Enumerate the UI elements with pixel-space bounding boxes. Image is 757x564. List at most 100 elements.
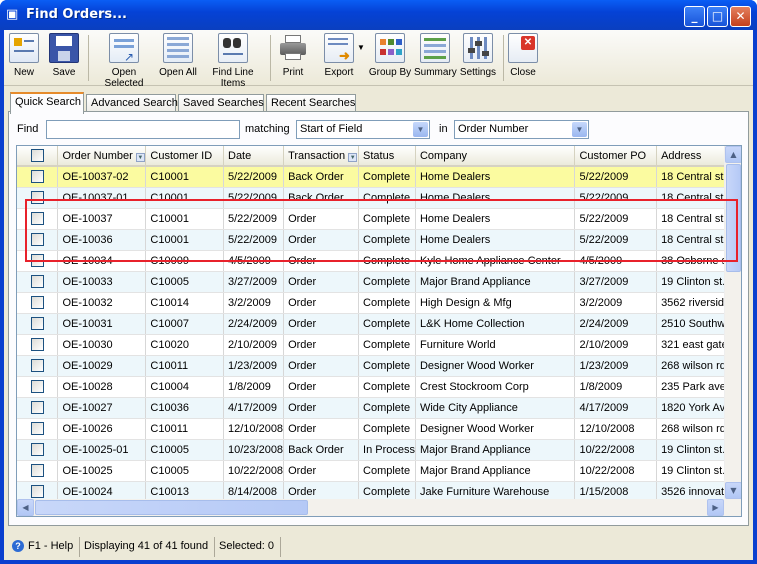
cell-company[interactable]: Designer Wood Worker	[415, 355, 576, 377]
save-button[interactable]: Save	[48, 33, 80, 78]
cell-status[interactable]: Complete	[358, 250, 416, 272]
cell-customer-po[interactable]: 12/10/2008	[574, 418, 658, 440]
cell-transaction[interactable]: Order	[283, 313, 360, 335]
cell-date[interactable]: 1/23/2009	[223, 355, 285, 377]
row-checkbox-cell[interactable]	[17, 271, 59, 293]
cell-date[interactable]: 3/27/2009	[223, 271, 285, 293]
cell-status[interactable]: Complete	[358, 271, 416, 293]
cell-company[interactable]: Home Dealers	[415, 166, 576, 188]
row-checkbox-cell[interactable]	[17, 292, 59, 314]
cell-company[interactable]: Kyle Home Appliance Center	[415, 250, 576, 272]
cell-company[interactable]: Designer Wood Worker	[415, 418, 576, 440]
row-checkbox[interactable]	[30, 401, 44, 414]
cell-customer-po[interactable]: 1/8/2009	[574, 376, 658, 398]
select-all-checkbox[interactable]	[30, 149, 44, 162]
table-row[interactable]: OE-10037-01 C10001 5/22/2009 Back Order Comp…	[17, 187, 741, 209]
scroll-up-button[interactable]: ▲	[725, 146, 741, 163]
cell-customer-id[interactable]: C10005	[145, 460, 224, 482]
print-button[interactable]: Print	[275, 33, 311, 78]
table-row[interactable]: OE-10033 C10005 3/27/2009 Order Complete Majo…	[17, 271, 741, 293]
cell-order-number[interactable]: OE-10037	[57, 208, 147, 230]
column-header-status[interactable]: Status	[358, 146, 416, 167]
row-checkbox-cell[interactable]	[17, 376, 59, 398]
close-window-button[interactable]: ✕	[730, 6, 751, 27]
cell-customer-id[interactable]: C10005	[145, 439, 224, 461]
cell-customer-po[interactable]: 4/17/2009	[574, 397, 658, 419]
row-checkbox[interactable]	[30, 338, 44, 351]
row-checkbox[interactable]	[30, 422, 44, 435]
cell-status[interactable]: Complete	[358, 334, 416, 356]
table-row[interactable]: OE-10028 C10004 1/8/2009 Order Complete Crest…	[17, 376, 741, 398]
cell-order-number[interactable]: OE-10033	[57, 271, 147, 293]
cell-transaction[interactable]: Order	[283, 418, 360, 440]
row-checkbox-cell[interactable]	[17, 355, 59, 377]
cell-status[interactable]: Complete	[358, 418, 416, 440]
cell-company[interactable]: Crest Stockroom Corp	[415, 376, 576, 398]
cell-customer-id[interactable]: C10009	[145, 250, 224, 272]
cell-order-number[interactable]: OE-10037-01	[57, 187, 147, 209]
row-checkbox[interactable]	[30, 191, 44, 204]
cell-order-number[interactable]: OE-10025	[57, 460, 147, 482]
table-row[interactable]: OE-10025-01 C10005 10/23/2008 Back Order In …	[17, 439, 741, 461]
row-checkbox[interactable]	[30, 359, 44, 372]
column-header-date[interactable]: Date	[223, 146, 285, 167]
row-checkbox-cell[interactable]	[17, 250, 59, 272]
cell-customer-id[interactable]: C10001	[145, 166, 224, 188]
cell-date[interactable]: 4/5/2009	[223, 250, 285, 272]
row-checkbox-cell[interactable]	[17, 187, 59, 209]
cell-status[interactable]: Complete	[358, 166, 416, 188]
filter-icon[interactable]: ▼	[135, 152, 145, 162]
row-checkbox-cell[interactable]	[17, 397, 59, 419]
table-row[interactable]: OE-10027 C10036 4/17/2009 Order Complete Wide…	[17, 397, 741, 419]
maximize-button[interactable]: □	[707, 6, 728, 27]
title-bar[interactable]: ▣ Find Orders... _ □ ✕	[0, 0, 757, 30]
cell-company[interactable]: Home Dealers	[415, 187, 576, 209]
cell-date[interactable]: 5/22/2009	[223, 208, 285, 230]
cell-status[interactable]: In Process	[358, 439, 416, 461]
export-dropdown-icon[interactable]: ▼	[357, 43, 365, 52]
column-header-transaction[interactable]: Transaction ▼	[283, 146, 360, 167]
cell-customer-id[interactable]: C10001	[145, 229, 224, 251]
cell-status[interactable]: Complete	[358, 397, 416, 419]
cell-status[interactable]: Complete	[358, 292, 416, 314]
scroll-left-button[interactable]: ◀	[17, 499, 34, 516]
row-checkbox-cell[interactable]	[17, 229, 59, 251]
cell-order-number[interactable]: OE-10031	[57, 313, 147, 335]
filter-icon[interactable]: ▼	[348, 152, 358, 162]
table-row[interactable]: OE-10026 C10011 12/10/2008 Order Complete Des…	[17, 418, 741, 440]
cell-order-number[interactable]: OE-10028	[57, 376, 147, 398]
row-checkbox[interactable]	[30, 212, 44, 225]
cell-transaction[interactable]: Order	[283, 397, 360, 419]
cell-status[interactable]: Complete	[358, 313, 416, 335]
column-header-company[interactable]: Company	[415, 146, 576, 167]
cell-status[interactable]: Complete	[358, 376, 416, 398]
row-checkbox[interactable]	[30, 233, 44, 246]
row-checkbox-cell[interactable]	[17, 166, 59, 188]
settings-button[interactable]: Settings	[458, 33, 498, 78]
group-by-button[interactable]: Group By	[368, 33, 412, 78]
matching-select[interactable]: Start of Field ▼	[296, 120, 430, 139]
summary-button[interactable]: Summary	[414, 33, 457, 78]
cell-order-number[interactable]: OE-10025-01	[57, 439, 147, 461]
vertical-scrollbar[interactable]: ▲ ▼	[724, 146, 741, 499]
row-checkbox[interactable]	[30, 317, 44, 330]
cell-status[interactable]: Complete	[358, 208, 416, 230]
row-checkbox-cell[interactable]	[17, 418, 59, 440]
cell-order-number[interactable]: OE-10034	[57, 250, 147, 272]
row-checkbox[interactable]	[30, 275, 44, 288]
cell-order-number[interactable]: OE-10030	[57, 334, 147, 356]
cell-date[interactable]: 10/22/2008	[223, 460, 285, 482]
cell-company[interactable]: Furniture World	[415, 334, 576, 356]
cell-status[interactable]: Complete	[358, 187, 416, 209]
cell-company[interactable]: Major Brand Appliance	[415, 439, 576, 461]
close-button[interactable]: ✕ Close	[507, 33, 539, 78]
cell-date[interactable]: 5/22/2009	[223, 229, 285, 251]
cell-customer-po[interactable]: 2/10/2009	[574, 334, 658, 356]
cell-customer-po[interactable]: 10/22/2008	[574, 439, 658, 461]
column-header-order-number[interactable]: Order Number ▼	[57, 146, 147, 167]
find-input[interactable]	[46, 120, 240, 139]
table-row[interactable]: OE-10029 C10011 1/23/2009 Order Complete Desi…	[17, 355, 741, 377]
cell-customer-po[interactable]: 5/22/2009	[574, 229, 658, 251]
cell-transaction[interactable]: Order	[283, 208, 360, 230]
cell-transaction[interactable]: Order	[283, 229, 360, 251]
